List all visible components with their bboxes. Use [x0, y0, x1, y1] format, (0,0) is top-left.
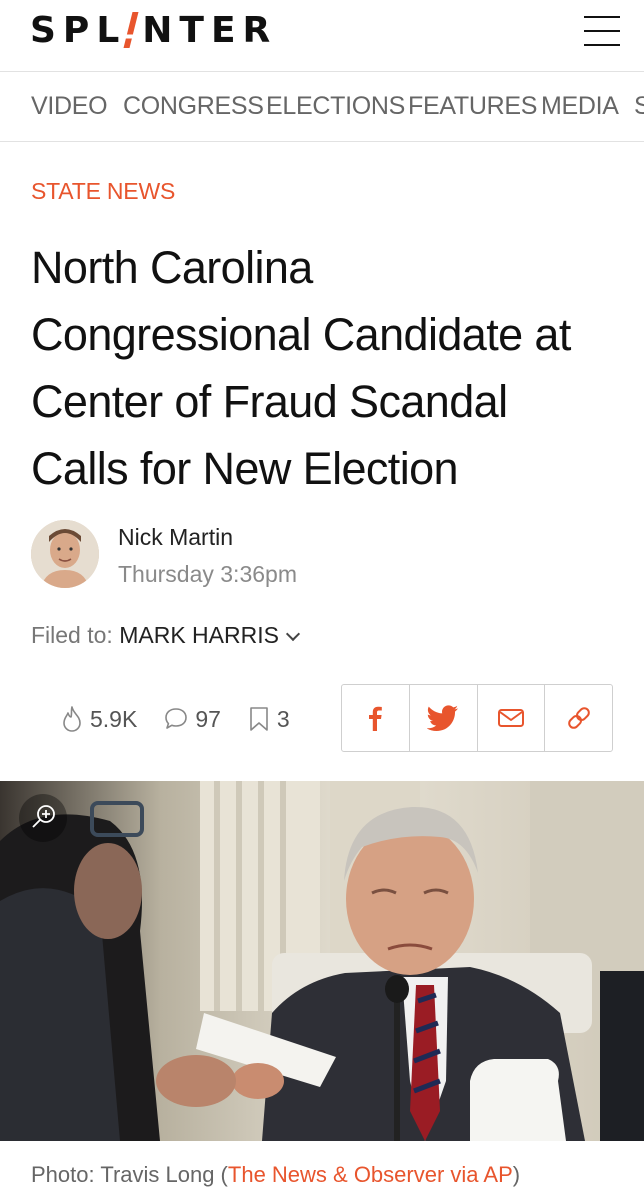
- logo-text-end: NTER: [142, 9, 278, 51]
- email-icon: [497, 709, 524, 727]
- share-twitter-button[interactable]: [410, 685, 478, 751]
- author-avatar[interactable]: [31, 520, 99, 588]
- logo-text-start: SPL: [30, 9, 127, 51]
- facebook-icon: [369, 706, 383, 731]
- nav-item-video[interactable]: VIDEO: [31, 92, 108, 121]
- magnifier-plus-icon: [19, 794, 67, 842]
- author-name[interactable]: Nick Martin: [118, 524, 233, 551]
- caption-source-link[interactable]: The News & Observer via AP: [228, 1162, 513, 1187]
- chevron-down-icon[interactable]: [285, 626, 301, 642]
- zoom-in-icon[interactable]: [18, 793, 68, 843]
- nav-item-congress[interactable]: CONGRESS: [123, 92, 264, 121]
- share-facebook-button[interactable]: [342, 685, 410, 751]
- nav-item-features[interactable]: FEATURES: [408, 92, 537, 121]
- caption-close: ): [512, 1162, 521, 1187]
- nav-item-media[interactable]: MEDIA: [541, 92, 619, 121]
- views-count: 5.9K: [90, 705, 138, 732]
- bookmarks-count: 3: [276, 705, 290, 732]
- section-nav: VIDEO CONGRESS ELECTIONS FEATURES MEDIA …: [0, 72, 644, 142]
- comment-icon: [165, 708, 188, 729]
- bookmarks-stat[interactable]: 3: [247, 705, 290, 733]
- avatar-portrait: [31, 520, 99, 588]
- splinter-logo[interactable]: SPL NTER: [30, 8, 277, 52]
- nav-item-elections[interactable]: ELECTIONS: [266, 92, 405, 121]
- menu-line: [584, 30, 620, 32]
- comments-stat[interactable]: 97: [163, 706, 221, 733]
- filed-label: Filed to:: [31, 622, 113, 648]
- bookmark-icon: [250, 707, 268, 731]
- top-bar: SPL NTER: [0, 0, 644, 72]
- menu-line: [584, 16, 620, 18]
- article-photo[interactable]: [0, 781, 644, 1141]
- nav-item-partial[interactable]: S: [634, 92, 644, 121]
- caption-credit: Photo: Travis Long (: [31, 1162, 228, 1187]
- article-headline: North Carolina Congressional Candidate a…: [31, 234, 631, 502]
- comments-count: 97: [195, 705, 221, 732]
- copy-link-button[interactable]: [545, 685, 612, 751]
- headline-line: Congressional Candidate at: [31, 309, 571, 360]
- headline-line: North Carolina: [31, 242, 313, 293]
- share-email-button[interactable]: [478, 685, 546, 751]
- link-icon: [567, 707, 590, 729]
- hamburger-menu-icon[interactable]: [584, 16, 620, 46]
- photo-image: [0, 781, 644, 1141]
- engagement-stats: 5.9K 97 3: [60, 704, 316, 734]
- filed-to: Filed to: MARK HARRIS: [31, 622, 301, 649]
- share-bar: [341, 684, 613, 752]
- menu-line: [584, 44, 620, 46]
- twitter-icon: [427, 705, 459, 731]
- filed-tag[interactable]: MARK HARRIS: [119, 622, 279, 648]
- headline-line: Center of Fraud Scandal: [31, 376, 508, 427]
- section-label[interactable]: STATE NEWS: [31, 178, 175, 205]
- headline-line: Calls for New Election: [31, 443, 459, 494]
- photo-caption: Photo: Travis Long (The News & Observer …: [31, 1162, 520, 1188]
- publish-time[interactable]: Thursday 3:36pm: [118, 561, 297, 588]
- views-stat[interactable]: 5.9K: [60, 705, 137, 733]
- flame-icon: [63, 706, 81, 732]
